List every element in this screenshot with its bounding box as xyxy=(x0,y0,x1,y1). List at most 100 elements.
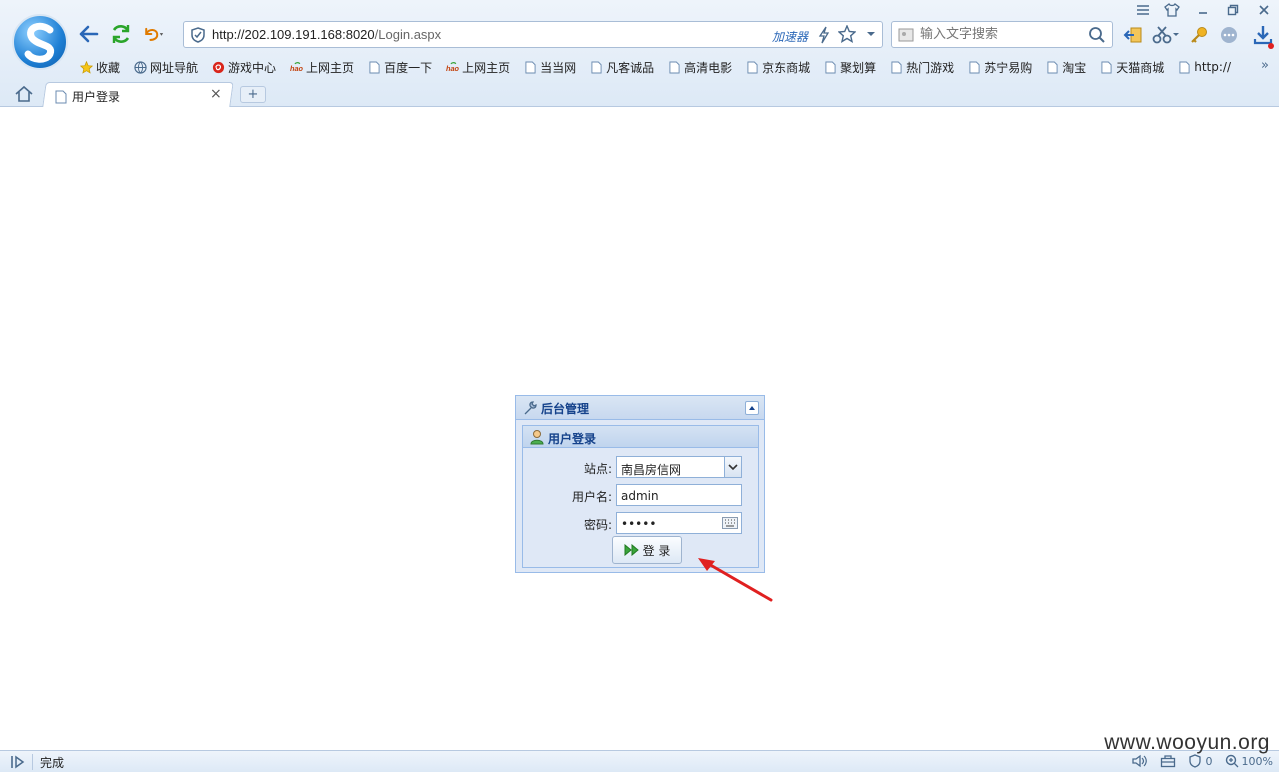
bookmark-item[interactable]: 聚划算 xyxy=(824,57,876,77)
bookmark-item[interactable]: 苏宁易购 xyxy=(968,57,1032,77)
bookmark-label: 当当网 xyxy=(540,60,577,75)
bookmark-label: 热门游戏 xyxy=(906,60,955,75)
login-button[interactable]: 登 录 xyxy=(612,536,682,564)
url-text[interactable]: http://202.109.191.168:8020/Login.aspx xyxy=(212,27,441,42)
annotation-arrow xyxy=(698,558,773,602)
undo-close-button[interactable] xyxy=(142,23,164,45)
shield-icon xyxy=(1188,754,1201,768)
search-box[interactable] xyxy=(891,21,1113,48)
admin-panel: 后台管理 用户登录 站点: 南昌房信网 用户名: admin 密码: •••••… xyxy=(515,395,765,573)
bookmark-item[interactable]: http:// xyxy=(1178,57,1231,77)
password-mask: ••••• xyxy=(621,517,657,531)
bookmark-item[interactable]: 游戏中心 xyxy=(212,57,276,77)
tab-title: 用户登录 xyxy=(72,90,121,104)
status-text: 完成 xyxy=(40,756,65,770)
page-icon xyxy=(746,61,759,74)
lightning-icon[interactable] xyxy=(818,26,830,44)
panel-title: 后台管理 xyxy=(541,402,590,416)
bookmark-item[interactable]: hao 上网主页 xyxy=(290,57,354,77)
bookmark-item[interactable]: 百度一下 xyxy=(368,57,432,77)
close-icon[interactable] xyxy=(1255,2,1273,18)
tab-title-wrap[interactable]: 用户登录 xyxy=(55,88,120,105)
back-button[interactable] xyxy=(78,23,100,45)
sidebar-toggle-icon[interactable] xyxy=(10,755,26,769)
page-icon xyxy=(968,61,981,74)
bookmark-star-icon[interactable] xyxy=(838,25,856,43)
tab-strip: 用户登录 × + xyxy=(0,82,1279,107)
bookmark-label: 淘宝 xyxy=(1062,60,1087,75)
address-bar[interactable]: http://202.109.191.168:8020/Login.aspx 加… xyxy=(183,21,883,48)
accelerator-label[interactable]: 加速器 xyxy=(772,28,808,45)
bookmark-item[interactable]: 淘宝 xyxy=(1046,57,1086,77)
bookmark-label: 苏宁易购 xyxy=(984,60,1033,75)
zoom-control[interactable]: 100% xyxy=(1225,754,1273,768)
volume-icon[interactable] xyxy=(1131,754,1148,768)
download-icon[interactable] xyxy=(1251,24,1275,50)
bookmark-item[interactable]: hao 上网主页 xyxy=(446,57,510,77)
username-input[interactable]: admin xyxy=(616,484,742,506)
page-icon xyxy=(890,61,903,74)
minimize-icon[interactable] xyxy=(1194,2,1212,18)
search-input[interactable] xyxy=(920,25,1080,44)
status-right-tools: 0 100% xyxy=(1120,754,1273,768)
sogou-browser-logo[interactable] xyxy=(12,14,68,70)
search-engine-icon[interactable] xyxy=(898,27,914,43)
site-value: 南昌房信网 xyxy=(621,463,682,477)
page-icon xyxy=(368,61,381,74)
bookmark-item[interactable]: 热门游戏 xyxy=(890,57,954,77)
login-button-label: 登 录 xyxy=(642,543,671,558)
restore-icon[interactable] xyxy=(1224,2,1242,18)
chevron-down-icon[interactable] xyxy=(866,30,876,38)
keyboard-icon[interactable] xyxy=(722,517,738,529)
chevron-down-icon xyxy=(728,463,738,470)
svg-text:hao: hao xyxy=(446,64,459,73)
menu-icon[interactable] xyxy=(1134,2,1152,18)
exit-icon[interactable] xyxy=(1123,26,1143,44)
password-input[interactable]: ••••• xyxy=(616,512,742,534)
toolbox-icon[interactable] xyxy=(1160,754,1176,768)
skin-shirt-icon[interactable] xyxy=(1163,2,1181,18)
chat-icon[interactable] xyxy=(1219,26,1239,44)
refresh-button[interactable] xyxy=(110,23,132,45)
site-select[interactable]: 南昌房信网 xyxy=(616,456,742,478)
bookmark-label: 凡客诚品 xyxy=(606,60,655,75)
panel-header: 后台管理 xyxy=(516,396,764,420)
site-dropdown-button[interactable] xyxy=(724,457,741,477)
bookmark-label: 天猫商城 xyxy=(1116,60,1165,75)
home-icon[interactable] xyxy=(14,85,34,103)
bookmark-item[interactable]: 高清电影 xyxy=(668,57,732,77)
more-bookmarks-icon[interactable]: » xyxy=(1261,58,1269,73)
wrench-icon xyxy=(524,401,537,415)
watermark: www.wooyun.org xyxy=(1104,731,1270,754)
collapse-button[interactable] xyxy=(745,401,759,415)
adblock-counter[interactable]: 0 xyxy=(1188,754,1213,768)
fieldset-title: 用户登录 xyxy=(548,432,597,446)
bookmark-item[interactable]: 收藏 xyxy=(80,57,120,77)
new-tab-button[interactable]: + xyxy=(240,86,266,103)
bookmark-item[interactable]: 网址导航 xyxy=(134,57,198,77)
login-fieldset: 用户登录 站点: 南昌房信网 用户名: admin 密码: ••••• 登 录 xyxy=(522,425,759,568)
status-bar: 完成 0 100% xyxy=(0,750,1279,772)
tab-close-icon[interactable]: × xyxy=(210,86,222,102)
bookmark-label: 游戏中心 xyxy=(228,60,277,75)
bookmark-label: 网址导航 xyxy=(150,60,199,75)
bookmark-label: 收藏 xyxy=(96,60,121,75)
zoom-icon xyxy=(1225,754,1239,768)
bookmark-item[interactable]: 天猫商城 xyxy=(1100,57,1164,77)
bookmark-item[interactable]: 京东商城 xyxy=(746,57,810,77)
bookmark-item[interactable]: 凡客诚品 xyxy=(590,57,654,77)
password-row: 密码: ••••• xyxy=(523,512,760,534)
star-icon xyxy=(80,60,93,74)
search-icon[interactable] xyxy=(1088,26,1106,44)
page-icon xyxy=(1100,61,1113,74)
page-icon xyxy=(668,61,681,74)
key-icon[interactable] xyxy=(1190,26,1208,44)
zoom-level: 100% xyxy=(1241,754,1273,768)
bookmark-item[interactable]: 当当网 xyxy=(524,57,576,77)
url-path: /Login.aspx xyxy=(374,27,442,42)
username-value: admin xyxy=(621,489,659,503)
url-host: http://202.109.191.168:8020 xyxy=(212,27,375,42)
screenshot-scissors-icon[interactable] xyxy=(1152,26,1180,44)
play-arrows-icon xyxy=(624,544,639,556)
bookmarks-bar: 收藏 网址导航 游戏中心 hao 上网主页 百度一下 hao 上网主页 当当网 凡客诚品 高清电影京… xyxy=(80,57,1245,77)
